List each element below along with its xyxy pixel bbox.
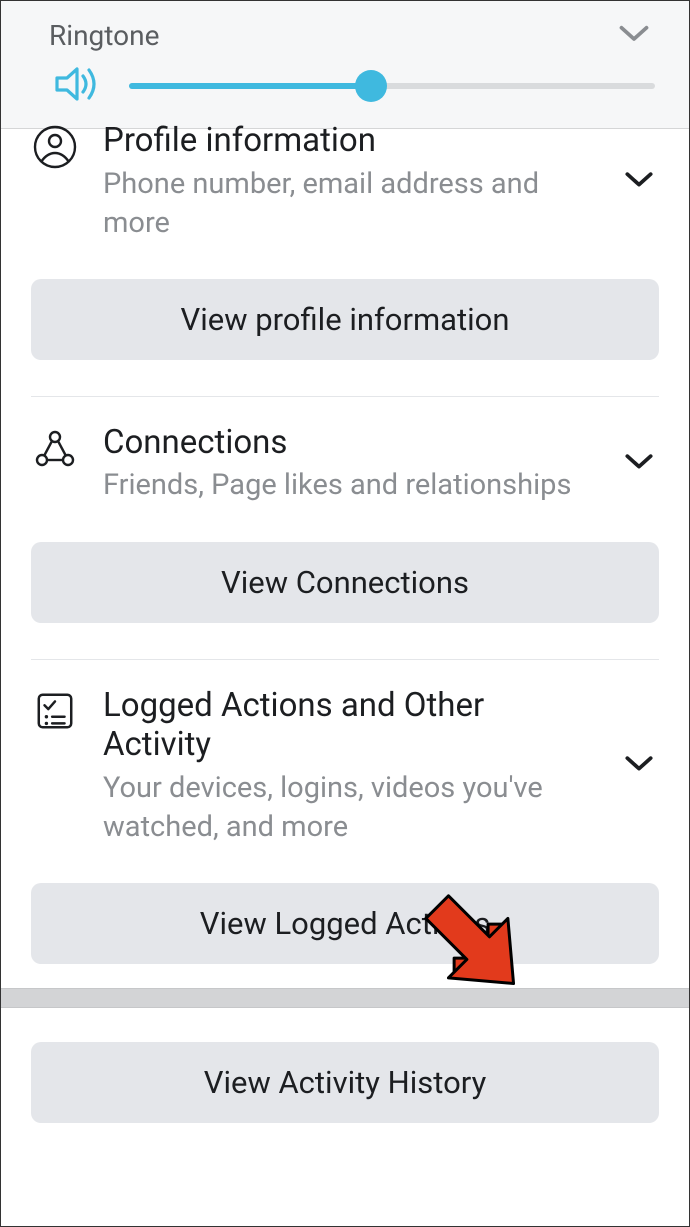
speaker-icon [53, 64, 101, 108]
view-profile-info-button[interactable]: View profile information [31, 279, 659, 360]
logged-actions-subtitle: Your devices, logins, videos you've watc… [103, 769, 593, 847]
checklist-icon [31, 686, 79, 732]
view-activity-history-button[interactable]: View Activity History [31, 1042, 659, 1123]
view-logged-actions-button[interactable]: View Logged Actions [31, 883, 659, 964]
connections-row[interactable]: Connections Friends, Page likes and rela… [31, 397, 659, 506]
logged-actions-row[interactable]: Logged Actions and Other Activity Your d… [31, 660, 659, 847]
connections-icon [31, 423, 79, 471]
volume-label: Ringtone [49, 19, 159, 52]
volume-panel: Ringtone [1, 1, 689, 129]
chevron-down-icon [617, 452, 659, 476]
connections-subtitle: Friends, Page likes and relationships [103, 466, 593, 505]
profile-info-subtitle: Phone number, email address and more [103, 165, 593, 243]
view-connections-button[interactable]: View Connections [31, 542, 659, 623]
profile-info-title: Profile information [103, 121, 593, 161]
chevron-down-icon[interactable] [619, 23, 649, 49]
volume-slider[interactable] [129, 83, 655, 89]
person-icon [31, 121, 79, 169]
connections-title: Connections [103, 423, 593, 463]
profile-info-row[interactable]: Profile information Phone number, email … [31, 121, 659, 243]
section-separator [1, 988, 689, 1008]
logged-actions-title: Logged Actions and Other Activity [103, 686, 593, 765]
chevron-down-icon [617, 170, 659, 194]
chevron-down-icon [617, 754, 659, 778]
